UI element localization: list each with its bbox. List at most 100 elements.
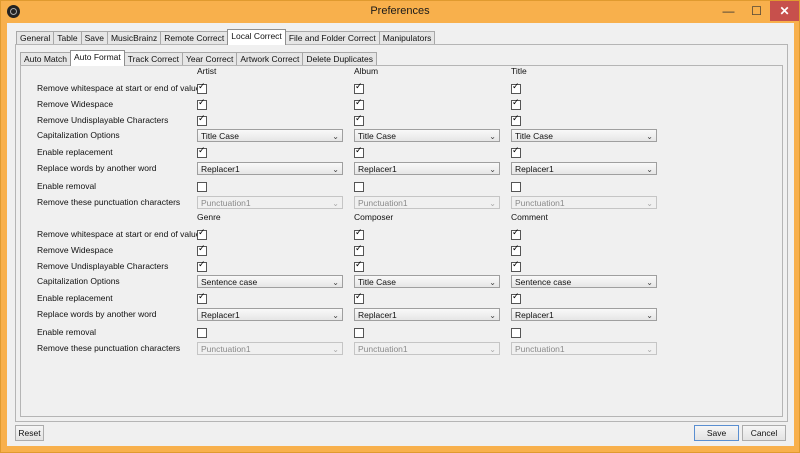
album-remove-widespace-checkbox[interactable]: [354, 98, 364, 110]
subtab-artwork-correct[interactable]: Artwork Correct: [236, 52, 304, 66]
subtab-auto-format[interactable]: Auto Format: [70, 50, 125, 66]
artist-remove-ws-checkbox[interactable]: [197, 82, 207, 94]
genre-capitalization-dropdown[interactable]: Sentence case ⌄: [197, 275, 343, 288]
dropdown-value: Punctuation1: [515, 344, 565, 354]
preferences-window: Preferences — ☐ ✕ General Table Save MusicB…: [0, 0, 800, 453]
tab-remote-correct[interactable]: Remote Correct: [160, 31, 229, 45]
row-label-capitalization-options: Capitalization Options: [37, 276, 120, 286]
title-enable-removal-checkbox[interactable]: [511, 182, 521, 192]
artist-remove-widespace-checkbox[interactable]: [197, 98, 207, 110]
album-replacer-dropdown[interactable]: Replacer1 ⌄: [354, 162, 500, 175]
dropdown-value: Replacer1: [515, 164, 554, 174]
reset-button[interactable]: Reset: [15, 425, 44, 441]
title-bar[interactable]: Preferences — ☐ ✕: [1, 1, 799, 23]
close-button[interactable]: ✕: [770, 1, 799, 21]
chevron-down-icon: ⌄: [646, 345, 653, 354]
dropdown-value: Punctuation1: [515, 198, 565, 208]
composer-remove-widespace-checkbox[interactable]: [354, 244, 364, 256]
row-label-enable-removal: Enable removal: [37, 327, 97, 337]
sub-tab-bar: Auto Match Auto Format Track Correct Year C…: [20, 50, 378, 66]
tab-musicbrainz[interactable]: MusicBrainz: [106, 31, 162, 45]
comment-replacer-dropdown[interactable]: Replacer1 ⌄: [511, 308, 657, 321]
genre-enable-replacement-checkbox[interactable]: [197, 292, 207, 304]
title-remove-ws-checkbox[interactable]: [511, 82, 521, 94]
subtab-delete-duplicates[interactable]: Delete Duplicates: [302, 52, 378, 66]
chevron-down-icon: ⌄: [489, 278, 496, 287]
genre-remove-widespace-checkbox[interactable]: [197, 244, 207, 256]
row-label-remove-undisplayable-characters: Remove Undisplayable Characters: [37, 261, 169, 271]
chevron-down-icon: ⌄: [489, 345, 496, 354]
comment-remove-undisplayable-checkbox[interactable]: [511, 260, 521, 272]
column-header-comment: Comment: [511, 212, 548, 222]
composer-remove-undisplayable-checkbox[interactable]: [354, 260, 364, 272]
composer-punctuation-dropdown: Punctuation1 ⌄: [354, 342, 500, 355]
genre-enable-removal-checkbox[interactable]: [197, 328, 207, 338]
tab-general[interactable]: General: [16, 31, 55, 45]
album-capitalization-dropdown[interactable]: Title Case ⌄: [354, 129, 500, 142]
column-header-album: Album: [354, 66, 379, 76]
cancel-button[interactable]: Cancel: [742, 425, 786, 441]
main-tab-bar: General Table Save MusicBrainz Remote Correc…: [16, 29, 436, 45]
subtab-auto-match[interactable]: Auto Match: [20, 52, 71, 66]
tab-manipulators[interactable]: Manipulators: [378, 31, 436, 45]
minimize-button[interactable]: —: [715, 1, 742, 21]
column-header-composer: Composer: [354, 212, 394, 222]
comment-capitalization-dropdown[interactable]: Sentence case ⌄: [511, 275, 657, 288]
composer-enable-replacement-checkbox[interactable]: [354, 292, 364, 304]
subtab-year-correct[interactable]: Year Correct: [181, 52, 238, 66]
album-remove-ws-checkbox[interactable]: [354, 82, 364, 94]
dialog-body: General Table Save MusicBrainz Remote Correc…: [7, 23, 794, 446]
tab-file-and-folder-correct[interactable]: File and Folder Correct: [284, 31, 380, 45]
artist-capitalization-dropdown[interactable]: Title Case ⌄: [197, 129, 343, 142]
genre-punctuation-dropdown: Punctuation1 ⌄: [197, 342, 343, 355]
dropdown-value: Replacer1: [515, 310, 554, 320]
row-label-remove-whitespace-at-start-or-end-of-value: Remove whitespace at start or end of val…: [37, 229, 201, 239]
subtab-track-correct[interactable]: Track Correct: [123, 52, 183, 66]
column-header-genre: Genre: [197, 212, 221, 222]
dropdown-value: Title Case: [515, 131, 553, 141]
title-punctuation-dropdown: Punctuation1 ⌄: [511, 196, 657, 209]
tab-local-correct[interactable]: Local Correct: [227, 29, 286, 45]
row-label-remove-whitespace-at-start-or-end-of-value: Remove whitespace at start or end of val…: [37, 83, 201, 93]
row-label-remove-widespace: Remove Widespace: [37, 99, 114, 109]
composer-replacer-dropdown[interactable]: Replacer1 ⌄: [354, 308, 500, 321]
auto-format-panel: Remove whitespace at start or end of val…: [20, 65, 783, 417]
comment-remove-widespace-checkbox[interactable]: [511, 244, 521, 256]
artist-replacer-dropdown[interactable]: Replacer1 ⌄: [197, 162, 343, 175]
dropdown-value: Replacer1: [201, 310, 240, 320]
maximize-button[interactable]: ☐: [743, 1, 770, 21]
comment-remove-ws-checkbox[interactable]: [511, 228, 521, 240]
artist-remove-undisplayable-checkbox[interactable]: [197, 114, 207, 126]
dropdown-value: Title Case: [358, 277, 396, 287]
composer-capitalization-dropdown[interactable]: Title Case ⌄: [354, 275, 500, 288]
album-enable-removal-checkbox[interactable]: [354, 182, 364, 192]
local-correct-panel: Auto Match Auto Format Track Correct Year C…: [15, 44, 788, 422]
title-remove-widespace-checkbox[interactable]: [511, 98, 521, 110]
title-capitalization-dropdown[interactable]: Title Case ⌄: [511, 129, 657, 142]
dropdown-value: Punctuation1: [358, 198, 408, 208]
title-replacer-dropdown[interactable]: Replacer1 ⌄: [511, 162, 657, 175]
comment-enable-replacement-checkbox[interactable]: [511, 292, 521, 304]
artist-enable-replacement-checkbox[interactable]: [197, 146, 207, 158]
comment-enable-removal-checkbox[interactable]: [511, 328, 521, 338]
genre-remove-ws-checkbox[interactable]: [197, 228, 207, 240]
genre-replacer-dropdown[interactable]: Replacer1 ⌄: [197, 308, 343, 321]
composer-remove-ws-checkbox[interactable]: [354, 228, 364, 240]
chevron-down-icon: ⌄: [332, 199, 339, 208]
chevron-down-icon: ⌄: [646, 278, 653, 287]
tab-save[interactable]: Save: [80, 31, 108, 45]
album-remove-undisplayable-checkbox[interactable]: [354, 114, 364, 126]
artist-enable-removal-checkbox[interactable]: [197, 182, 207, 192]
title-enable-replacement-checkbox[interactable]: [511, 146, 521, 158]
title-remove-undisplayable-checkbox[interactable]: [511, 114, 521, 126]
row-label-remove-undisplayable-characters: Remove Undisplayable Characters: [37, 115, 169, 125]
album-enable-replacement-checkbox[interactable]: [354, 146, 364, 158]
tab-table[interactable]: Table: [53, 31, 82, 45]
composer-enable-removal-checkbox[interactable]: [354, 328, 364, 338]
chevron-down-icon: ⌄: [332, 165, 339, 174]
genre-remove-undisplayable-checkbox[interactable]: [197, 260, 207, 272]
dropdown-value: Replacer1: [358, 164, 397, 174]
dropdown-value: Replacer1: [201, 164, 240, 174]
save-button[interactable]: Save: [694, 425, 739, 441]
dropdown-value: Title Case: [201, 131, 239, 141]
